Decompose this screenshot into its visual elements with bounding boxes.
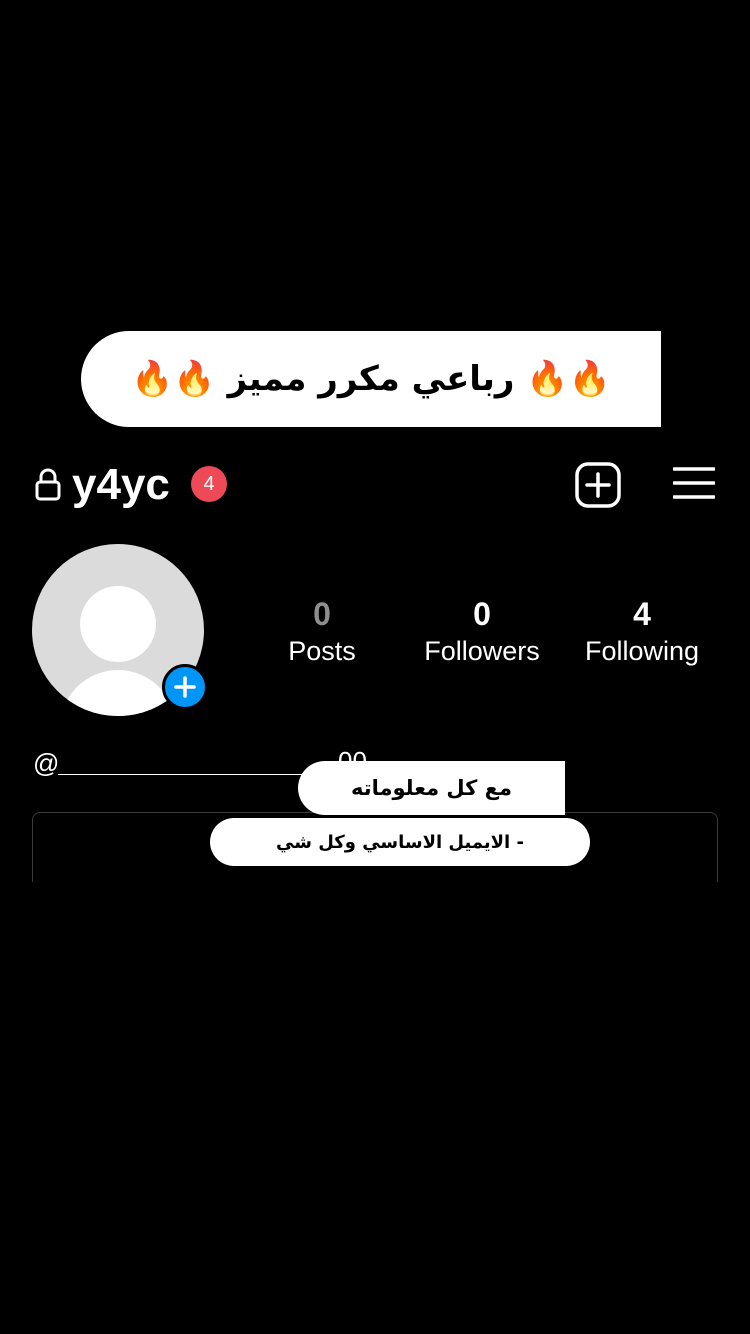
stat-followers[interactable]: 0 Followers bbox=[407, 594, 557, 668]
notification-badge[interactable]: 4 bbox=[191, 466, 227, 502]
add-avatar-icon[interactable] bbox=[162, 664, 208, 710]
avatar-body-shape bbox=[60, 670, 176, 716]
posts-label: Posts bbox=[288, 636, 356, 666]
profile-header: y4yc 4 bbox=[0, 455, 750, 515]
info-sticker: مع كل معلوماته bbox=[298, 761, 565, 815]
email-sticker-text: - الايميل الاساسي وكل شي bbox=[276, 831, 524, 853]
email-sticker: - الايميل الاساسي وكل شي bbox=[210, 818, 590, 866]
avatar-head-shape bbox=[80, 586, 156, 662]
following-label: Following bbox=[584, 636, 700, 666]
menu-icon[interactable] bbox=[673, 465, 715, 501]
caption-text: 🔥🔥 رباعي مكرر مميز 🔥🔥 bbox=[131, 359, 611, 399]
bio-handle-underline bbox=[58, 774, 303, 775]
lock-icon bbox=[35, 468, 61, 501]
info-sticker-text: مع كل معلوماته bbox=[350, 776, 513, 800]
posts-count: 0 bbox=[313, 596, 331, 632]
stat-posts[interactable]: 0 Posts bbox=[247, 594, 397, 668]
stat-following[interactable]: 4 Following bbox=[567, 594, 717, 668]
following-count: 4 bbox=[633, 596, 651, 632]
followers-count: 0 bbox=[473, 596, 491, 632]
caption-sticker: 🔥🔥 رباعي مكرر مميز 🔥🔥 bbox=[81, 331, 661, 427]
add-post-icon[interactable] bbox=[575, 462, 621, 508]
bio-handle-prefix: @ bbox=[33, 748, 60, 778]
followers-label: Followers bbox=[424, 636, 540, 666]
username[interactable]: y4yc bbox=[72, 459, 170, 511]
